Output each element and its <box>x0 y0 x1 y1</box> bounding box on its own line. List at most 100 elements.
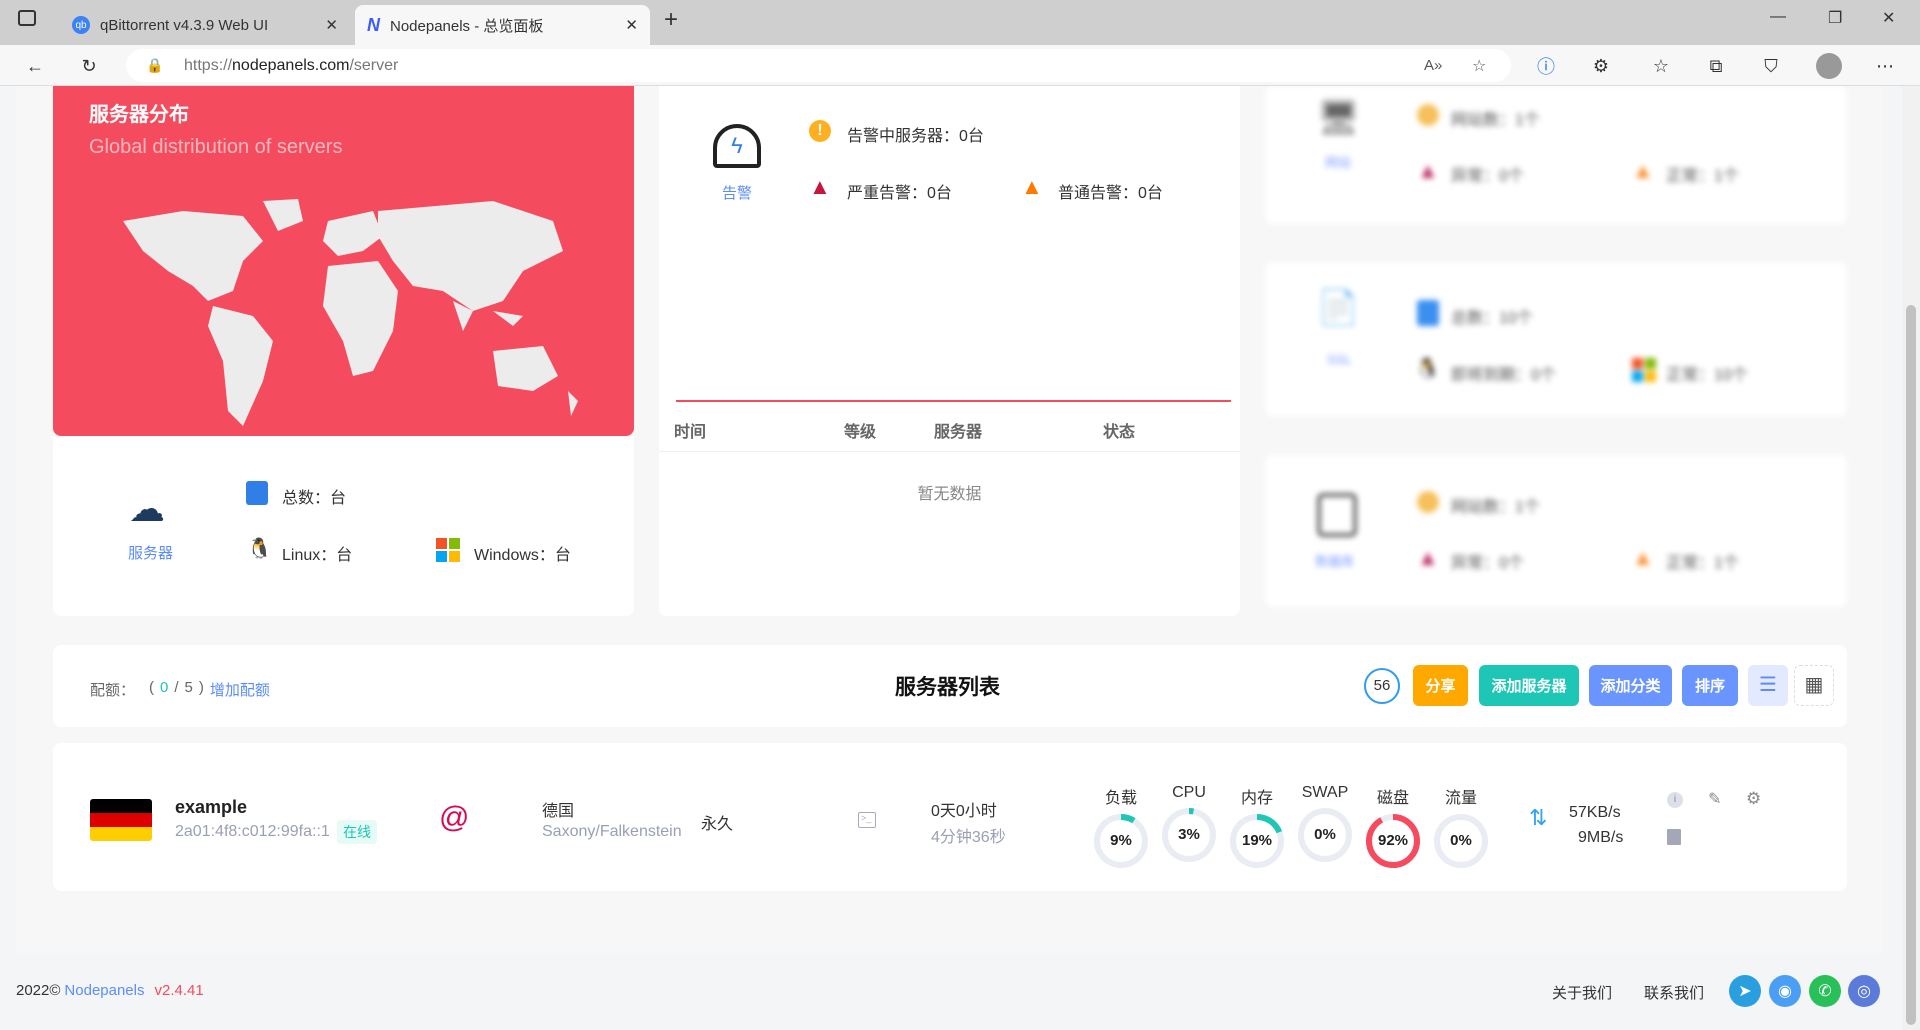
page: 服务器分布 Global distribution of servers ☁ 服… <box>0 86 1902 1030</box>
contact-us-link[interactable]: 联系我们 <box>1644 982 1704 1003</box>
tab-nodepanels[interactable]: N Nodepanels - 总览面板 ✕ <box>355 5 650 45</box>
quota-label: 配额： <box>90 682 136 699</box>
gauge-value: 92% <box>1377 832 1409 849</box>
gauge-0: 负载 9% <box>1092 784 1150 870</box>
favorites-icon[interactable]: ☆ <box>1648 53 1674 79</box>
warning-circle-icon: ! <box>809 120 831 142</box>
tab-qbittorrent[interactable]: qb qBittorrent v4.3.9 Web UI ✕ <box>60 5 350 45</box>
abnormal-icon: ▲ <box>1417 158 1439 183</box>
new-tab-button[interactable]: + <box>664 6 678 34</box>
ok-icon: ▲ <box>1632 158 1654 183</box>
gauge-value: 9% <box>1110 832 1132 849</box>
linux-count: Linux：台 <box>282 547 353 564</box>
more-menu-icon[interactable]: ⋯ <box>1872 53 1898 79</box>
scrollbar-thumb[interactable] <box>1906 305 1916 1025</box>
debian-icon: @ <box>439 801 470 834</box>
info-icon[interactable]: i <box>1667 792 1683 808</box>
server-distribution-card: 服务器分布 Global distribution of servers <box>53 86 634 436</box>
quota-paren: ( <box>149 679 155 696</box>
ssl-total: 总数：10个 <box>1451 310 1533 327</box>
delete-trash-icon[interactable] <box>1667 829 1681 845</box>
gauge-ring: 9% <box>1092 812 1150 870</box>
card-label: SSL <box>1327 352 1352 367</box>
normal-alert-count: 普通告警：0台 <box>1058 185 1163 202</box>
url-host: nodepanels.com <box>232 56 350 74</box>
card-label: 网站 <box>1325 155 1352 170</box>
ssl-total-icon <box>1417 300 1439 326</box>
restore-button[interactable]: ❐ <box>1828 8 1842 28</box>
browser-essentials-icon[interactable]: ⛉ <box>1758 53 1784 79</box>
col-level: 等级 <box>844 424 877 441</box>
close-tab-icon[interactable]: ✕ <box>625 16 638 34</box>
settings-gear-icon[interactable]: ⚙ <box>1746 789 1761 809</box>
close-tab-icon[interactable]: ✕ <box>325 16 338 34</box>
gauge-2: 内存 19% <box>1228 784 1286 870</box>
about-us-link[interactable]: 关于我们 <box>1552 982 1612 1003</box>
telegram-icon[interactable]: ➤ <box>1729 975 1761 1007</box>
edit-icon[interactable]: ✎ <box>1708 789 1721 809</box>
gauge-1: CPU 3% <box>1160 784 1218 870</box>
add-server-button[interactable]: 添加服务器 <box>1479 665 1579 706</box>
tab-title: Nodepanels - 总览面板 <box>390 17 544 35</box>
back-icon[interactable]: ← <box>22 53 48 79</box>
close-window-button[interactable]: ✕ <box>1882 8 1895 28</box>
sort-button[interactable]: 排序 <box>1682 665 1738 706</box>
gauge-label: CPU <box>1172 784 1206 801</box>
info-icon <box>1417 491 1439 513</box>
server-row[interactable]: example 2a01:4f8:c012:99fa::1 在线 @ 德国 Sa… <box>53 743 1847 891</box>
favorite-add-icon[interactable]: ☆ <box>1472 56 1486 76</box>
url-input[interactable]: 🔒 https://nodepanels.com/server A» ☆ <box>126 49 1511 82</box>
qq-icon[interactable]: ◉ <box>1769 975 1801 1007</box>
quota-total: 5 <box>184 679 193 696</box>
refresh-icon[interactable]: ↻ <box>76 53 102 79</box>
collections-icon[interactable]: ⧉ <box>1703 53 1729 79</box>
add-quota-link[interactable]: 增加配额 <box>210 679 270 700</box>
copyright-year: 2022© <box>16 982 61 999</box>
github-icon[interactable]: ◎ <box>1848 975 1880 1007</box>
terminal-icon[interactable]: >_ <box>858 812 876 828</box>
add-category-button[interactable]: 添加分类 <box>1589 665 1672 706</box>
servers-label[interactable]: 服务器 <box>128 542 173 563</box>
download-speed: 9MB/s <box>1578 829 1624 846</box>
grid-view-icon[interactable]: ▦ <box>1794 665 1834 706</box>
sidebar-toggle-icon[interactable] <box>18 10 36 26</box>
server-country: 德国 <box>542 803 575 820</box>
server-ip: 2a01:4f8:c012:99fa::1 <box>175 823 330 840</box>
tab-title: qBittorrent v4.3.9 Web UI <box>100 16 269 34</box>
card-subtitle: Global distribution of servers <box>89 136 343 158</box>
minimize-button[interactable]: — <box>1770 8 1786 26</box>
gauge-4: 磁盘 92% <box>1364 784 1422 870</box>
footer-copyright: 2022© Nodepanels v2.4.41 <box>16 982 204 999</box>
ssl-card: 📄 SSL 总数：10个 🐧 即将到期：0个 正常：10个 <box>1265 262 1847 416</box>
quota-paren: ) <box>198 679 204 696</box>
abnormal-icon: ▲ <box>1417 545 1439 570</box>
password-manager-icon[interactable]: ⓘ <box>1533 53 1559 79</box>
main-container: 服务器分布 Global distribution of servers ☁ 服… <box>16 86 1883 953</box>
world-map <box>123 199 578 426</box>
server-expiry: 永久 <box>701 816 734 833</box>
uptime-detail: 4分钟36秒 <box>931 829 1006 846</box>
list-view-icon[interactable]: ☰ <box>1748 665 1788 706</box>
alerts-label[interactable]: 告警 <box>722 182 752 203</box>
normal-alert-icon: ▲ <box>1021 174 1043 199</box>
col-status: 状态 <box>1103 424 1136 441</box>
extensions-icon[interactable]: ⚙ <box>1588 53 1614 79</box>
alerts-card: ϟ 告警 ! 告警中服务器：0台 ▲ 严重告警：0台 ▲ 普通告警：0台 时间 … <box>659 86 1240 616</box>
server-list-header: 配额： ( 0 / 5 ) 增加配额 服务器列表 56 分享 添加服务器 添加分… <box>53 645 1847 727</box>
share-button[interactable]: 分享 <box>1413 665 1468 706</box>
expiring-icon: 🐧 <box>1415 358 1440 380</box>
database-card: 数据库 网站数：1个 ▲ 异常：0个 ▲ 正常：1个 <box>1265 455 1847 607</box>
server-name[interactable]: example <box>175 797 247 818</box>
browser-tab-bar: qb qBittorrent v4.3.9 Web UI ✕ N Nodepan… <box>0 0 1920 45</box>
list-title: 服务器列表 <box>895 676 1000 699</box>
gauge-ring: 19% <box>1228 812 1286 870</box>
quota-sep: / <box>174 679 179 696</box>
refresh-countdown[interactable]: 56 <box>1364 668 1400 704</box>
nodepanels-icon: N <box>367 14 380 35</box>
websites-card: 🖥 网站 网站数：1个 ▲ 异常：0个 ▲ 正常：1个 <box>1265 86 1847 224</box>
read-aloud-icon[interactable]: A» <box>1424 57 1442 74</box>
brand-link[interactable]: Nodepanels <box>64 982 144 999</box>
gauge-3: SWAP 0% <box>1296 784 1354 870</box>
wechat-icon[interactable]: ✆ <box>1809 975 1841 1007</box>
profile-avatar[interactable] <box>1816 53 1842 79</box>
